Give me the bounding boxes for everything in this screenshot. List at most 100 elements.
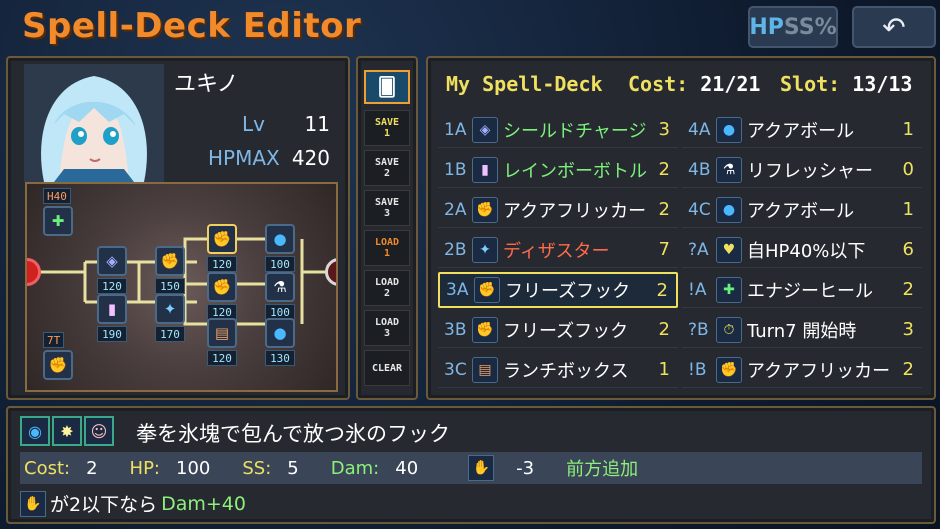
hp-value: 100 xyxy=(176,457,211,479)
back-button[interactable]: ↶ xyxy=(852,6,936,48)
deck-row-qb[interactable]: ?B ⏱ Turn7 開始時 3 xyxy=(682,312,922,348)
cost-label: Cost: xyxy=(628,72,689,96)
board-node-aqua-ball[interactable]: ● xyxy=(265,318,295,348)
deck-row-xa[interactable]: !A ✚ エナジーヒール 2 xyxy=(682,272,922,308)
spell-name: Turn7 開始時 xyxy=(747,320,857,342)
punch-icon: ✊ xyxy=(212,278,232,296)
board-node-heal[interactable]: ✚ xyxy=(43,206,73,236)
slot-menu-button[interactable]: LOAD 1 xyxy=(364,230,410,266)
deck-row-3a[interactable]: 3A ✊ フリーズフック 2 xyxy=(438,272,678,308)
deck-row-4a[interactable]: 4A ● アクアボール 1 xyxy=(682,112,922,148)
hpmax-value: 420 xyxy=(291,146,330,170)
spell-name: アクアフリッカー xyxy=(503,200,646,222)
water-element-icon: ◉ xyxy=(20,416,50,446)
board-node-bottle[interactable]: ▮ xyxy=(97,294,127,324)
deck-row-qa[interactable]: ?A ♥ 自HP40%以下 6 xyxy=(682,232,922,268)
undo-arrow-icon: ↶ xyxy=(882,10,906,44)
dam-label: Dam: xyxy=(330,457,380,479)
aqua-ball-icon: ● xyxy=(716,116,742,143)
character-icon: ☺ xyxy=(84,416,114,446)
deck-row-4b[interactable]: 4B ⚗ リフレッシャー 0 xyxy=(682,152,922,188)
cost-label: Cost: xyxy=(24,457,71,479)
spell-cost: 1 xyxy=(902,199,914,220)
slot-menu-button[interactable]: CLEAR xyxy=(364,350,410,386)
deck-row-3c[interactable]: 3C ▤ ランチボックス 1 xyxy=(438,352,678,388)
lunchbox-icon: ▤ xyxy=(472,356,498,383)
bottle-icon: ▮ xyxy=(107,300,117,318)
board-node-aqua-ball[interactable]: ● xyxy=(265,224,295,254)
character-name: ユキノ xyxy=(174,72,239,97)
board-node-disaster[interactable]: ✦ xyxy=(155,294,185,324)
deck-cost: Cost: 21/21 xyxy=(628,72,760,96)
board-node-freeze-hook[interactable]: ✊ xyxy=(207,272,237,302)
slot-menu-button[interactable]: LOAD 3 xyxy=(364,310,410,346)
spell-cost: 2 xyxy=(656,279,668,301)
lv-label: Lv xyxy=(242,112,265,136)
condition-text: が2以下なら xyxy=(50,494,158,516)
board-node-freeze-hook[interactable]: ✊ xyxy=(207,224,237,254)
modifier-value: -3 xyxy=(516,457,535,479)
slot-value: 13/13 xyxy=(852,72,913,96)
hp-ss-toggle-button[interactable]: HP SS% xyxy=(748,6,838,48)
slot-menu-button[interactable]: SAVE 3 xyxy=(364,190,410,226)
spell-cost: 6 xyxy=(902,239,914,260)
slot-id: 4B xyxy=(688,159,711,180)
board-value: 130 xyxy=(265,350,295,366)
spell-detail-panel: ◉ ✸ ☺ 拳を氷塊で包んで放つ氷のフック Cost: 2 HP: 100 SS: 5… xyxy=(6,406,936,524)
board-value: 120 xyxy=(207,350,237,366)
punch-icon: ✊ xyxy=(472,316,498,343)
turn-icon: ⏱ xyxy=(716,316,742,343)
bottle-icon: ▮ xyxy=(472,156,498,183)
slot-id: 4A xyxy=(688,119,711,140)
save-load-panel: 🂠 SAVE 1 SAVE 2 SAVE 3 LOAD 1 LOAD 2 LOAD 3 CL… xyxy=(356,56,418,400)
punch-icon: ✊ xyxy=(160,252,180,270)
board-value: 190 xyxy=(97,326,127,342)
deck-slot: Slot: 13/13 xyxy=(780,72,912,96)
deck-row-2a[interactable]: 2A ✊ アクアフリッカー 2 xyxy=(438,192,678,228)
slot-id: 2B xyxy=(444,239,467,260)
trigger-hp-tag: H40 xyxy=(43,188,71,204)
slot-id: 3B xyxy=(444,319,467,340)
punch-icon: ✊ xyxy=(212,230,232,248)
deck-row-2b[interactable]: 2B ✦ ディザスター 7 xyxy=(438,232,678,268)
burst-icon: ✸ xyxy=(52,416,82,446)
hp-label: HP xyxy=(749,14,784,40)
spell-cost: 1 xyxy=(658,359,670,380)
spell-cost: 1 xyxy=(902,119,914,140)
ss-value: 5 xyxy=(287,457,299,479)
board-node-refresher[interactable]: ⚗ xyxy=(265,272,295,302)
spell-name: フリーズフック xyxy=(505,281,631,302)
board-node-flicker[interactable]: ✊ xyxy=(43,350,73,380)
deck-row-1b[interactable]: 1B ▮ レインボーボトル 2 xyxy=(438,152,678,188)
ice-hand-icon: ✋ xyxy=(20,490,46,517)
slot-menu-button[interactable]: SAVE 2 xyxy=(364,150,410,186)
slot-id: !B xyxy=(688,359,707,380)
spell-name: アクアフリッカー xyxy=(747,360,890,382)
deck-row-4c[interactable]: 4C ● アクアボール 1 xyxy=(682,192,922,228)
board-node-lunchbox[interactable]: ▤ xyxy=(207,318,237,348)
shield-icon: ◈ xyxy=(472,116,498,143)
deck-row-3b[interactable]: 3B ✊ フリーズフック 2 xyxy=(438,312,678,348)
condition-bonus: Dam+40 xyxy=(161,492,246,515)
slot-id: !A xyxy=(688,279,707,300)
board-node-shield[interactable]: ◈ xyxy=(97,246,127,276)
flask-icon: ⚗ xyxy=(273,278,287,296)
shield-icon: ◈ xyxy=(106,252,118,270)
slot-menu-button[interactable]: LOAD 2 xyxy=(364,270,410,306)
condition-line: ✋ が2以下なら Dam+40 xyxy=(20,490,246,517)
board-node-flicker[interactable]: ✊ xyxy=(155,246,185,276)
deck-icon-button[interactable]: 🂠 xyxy=(364,70,410,104)
deck-row-xb[interactable]: !B ✊ アクアフリッカー 2 xyxy=(682,352,922,388)
spell-name: 自HP40%以下 xyxy=(747,240,866,262)
punch-icon: ✊ xyxy=(716,356,742,383)
slot-id: ?B xyxy=(688,319,709,340)
cards-icon: 🂠 xyxy=(377,76,397,98)
spell-cost: 3 xyxy=(658,119,670,140)
spell-name: リフレッシャー xyxy=(747,160,873,182)
punch-icon: ✊ xyxy=(474,277,500,303)
slot-menu-button[interactable]: SAVE 1 xyxy=(364,110,410,146)
deck-row-1a[interactable]: 1A ◈ シールドチャージ 3 xyxy=(438,112,678,148)
punch-icon: ✊ xyxy=(48,356,68,374)
character-portrait xyxy=(24,64,164,182)
skill-icons: ◉ ✸ ☺ xyxy=(20,416,114,446)
